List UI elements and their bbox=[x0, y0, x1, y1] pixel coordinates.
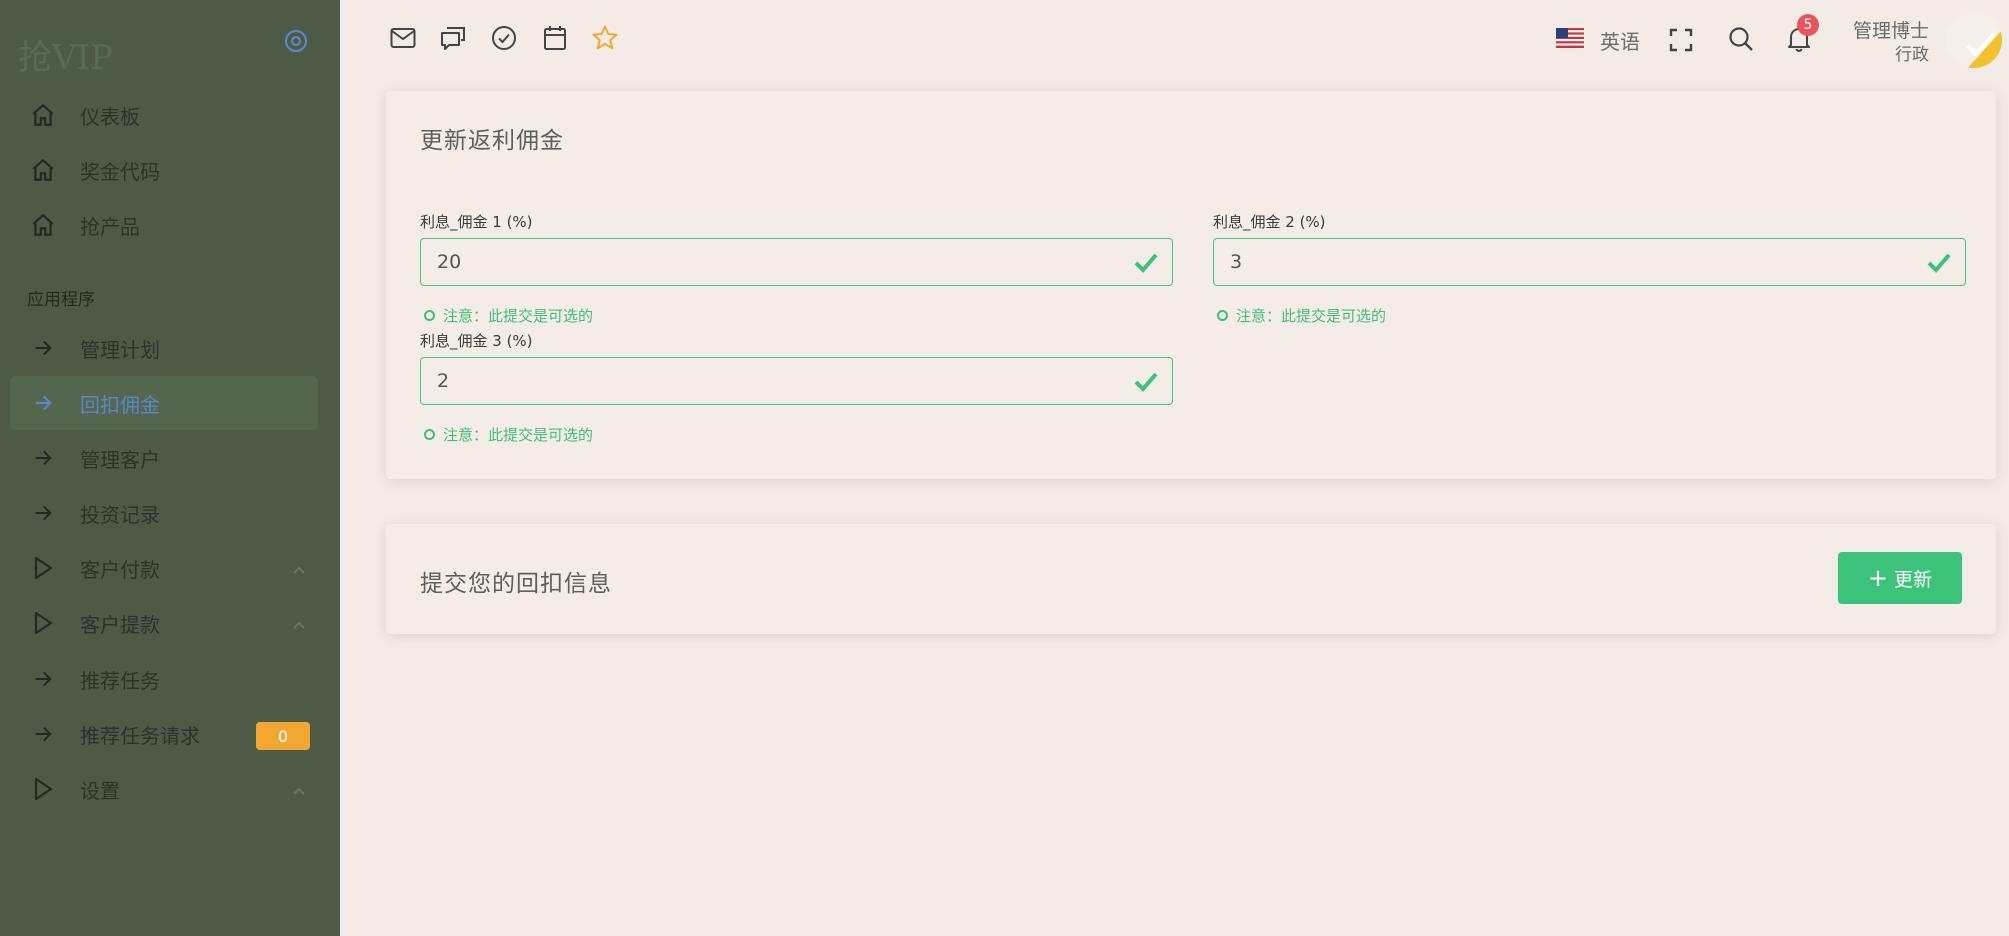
input-value: 20 bbox=[437, 251, 462, 273]
chevron-up-icon bbox=[292, 559, 306, 583]
us-flag-icon[interactable] bbox=[1556, 28, 1584, 48]
avatar[interactable] bbox=[1946, 12, 2002, 68]
hint-text: 注意：此提交是可选的 bbox=[443, 307, 594, 325]
star-icon[interactable] bbox=[591, 24, 619, 52]
plus-icon: + bbox=[1867, 564, 1889, 592]
circle-icon bbox=[424, 310, 435, 321]
hint-text: 注意：此提交是可选的 bbox=[1236, 307, 1387, 325]
sidebar-item-label: 管理计划 bbox=[80, 337, 160, 362]
play-icon bbox=[28, 611, 58, 635]
field-hint: 注意：此提交是可选的 bbox=[424, 424, 593, 445]
check-icon bbox=[1927, 251, 1951, 277]
fullscreen-icon[interactable] bbox=[1667, 26, 1695, 54]
arrow-right-icon bbox=[28, 668, 58, 690]
field-label: 利息_佣金 1 (%) bbox=[420, 213, 533, 231]
sidebar-item-rebate-commission[interactable]: 回扣佣金 bbox=[10, 376, 318, 430]
sidebar: 抢VIP 仪表板 奖金代码 抢产品 应用程序 管理计划 回扣佣金 管理客户 投资… bbox=[0, 0, 340, 936]
sidebar-item-label: 抢产品 bbox=[80, 214, 140, 239]
sidebar-item-referral-task-requests[interactable]: 推荐任务请求 0 bbox=[10, 707, 318, 761]
hint-text: 注意：此提交是可选的 bbox=[443, 426, 594, 444]
check-circle-icon[interactable] bbox=[490, 24, 518, 52]
commission-1-input[interactable]: 20 bbox=[420, 238, 1173, 286]
sidebar-item-customer-withdrawals[interactable]: 客户提款 bbox=[10, 596, 318, 650]
sidebar-item-manage-customers[interactable]: 管理客户 bbox=[10, 431, 318, 485]
sidebar-item-label: 推荐任务请求 bbox=[80, 723, 200, 748]
check-icon bbox=[1134, 370, 1158, 396]
commission-3-input[interactable]: 2 bbox=[420, 357, 1173, 405]
check-icon bbox=[1134, 251, 1158, 277]
user-name[interactable]: 管理博士 bbox=[1853, 16, 1929, 43]
sidebar-item-investment-records[interactable]: 投资记录 bbox=[10, 486, 318, 540]
brand-logo[interactable]: 抢VIP bbox=[18, 30, 113, 79]
field-hint: 注意：此提交是可选的 bbox=[1217, 305, 1386, 326]
card-title: 提交您的回扣信息 bbox=[420, 571, 612, 597]
card-title: 更新返利佣金 bbox=[420, 128, 564, 154]
arrow-right-icon bbox=[28, 337, 58, 359]
field-label: 利息_佣金 3 (%) bbox=[420, 332, 533, 350]
sidebar-item-label: 仪表板 bbox=[80, 104, 140, 129]
sidebar-item-dashboard[interactable]: 仪表板 bbox=[10, 88, 318, 142]
sidebar-item-label: 管理客户 bbox=[80, 447, 160, 472]
count-badge: 0 bbox=[256, 722, 310, 750]
sidebar-item-label: 回扣佣金 bbox=[80, 392, 160, 417]
arrow-right-icon bbox=[28, 723, 58, 745]
sidebar-item-label: 奖金代码 bbox=[80, 159, 160, 184]
calendar-icon[interactable] bbox=[541, 24, 569, 52]
play-icon bbox=[28, 777, 58, 801]
sidebar-item-label: 客户提款 bbox=[80, 612, 160, 637]
sidebar-item-label: 客户付款 bbox=[80, 557, 160, 582]
arrow-right-icon bbox=[28, 392, 58, 414]
sidebar-item-customer-payments[interactable]: 客户付款 bbox=[10, 541, 318, 595]
chevron-up-icon bbox=[292, 780, 306, 804]
field-hint: 注意：此提交是可选的 bbox=[424, 305, 593, 326]
submit-card: 提交您的回扣信息 + 更新 bbox=[386, 524, 1996, 634]
sidebar-item-grab-product[interactable]: 抢产品 bbox=[10, 198, 318, 252]
home-icon bbox=[28, 212, 58, 238]
sidebar-item-label: 投资记录 bbox=[80, 502, 160, 527]
sidebar-item-manage-plans[interactable]: 管理计划 bbox=[10, 321, 318, 375]
update-button[interactable]: + 更新 bbox=[1838, 552, 1962, 604]
circle-icon bbox=[424, 429, 435, 440]
sidebar-toggle-icon[interactable] bbox=[284, 29, 308, 53]
input-value: 2 bbox=[437, 370, 450, 392]
input-value: 3 bbox=[1230, 251, 1243, 273]
button-label: 更新 bbox=[1894, 568, 1933, 591]
chat-icon[interactable] bbox=[439, 24, 467, 52]
rebate-form-card: 更新返利佣金 利息_佣金 1 (%) 20 注意：此提交是可选的 利息_佣金 2… bbox=[386, 91, 1996, 479]
commission-2-input[interactable]: 3 bbox=[1213, 238, 1966, 286]
search-icon[interactable] bbox=[1727, 25, 1755, 53]
arrow-right-icon bbox=[28, 447, 58, 469]
home-icon bbox=[28, 157, 58, 183]
sidebar-section-heading: 应用程序 bbox=[27, 290, 95, 310]
chevron-up-icon bbox=[292, 614, 306, 638]
field-label: 利息_佣金 2 (%) bbox=[1213, 213, 1326, 231]
sidebar-item-label: 设置 bbox=[80, 778, 120, 803]
arrow-right-icon bbox=[28, 502, 58, 524]
language-selector[interactable]: 英语 bbox=[1600, 26, 1640, 55]
play-icon bbox=[28, 556, 58, 580]
sidebar-item-label: 推荐任务 bbox=[80, 668, 160, 693]
user-role: 行政 bbox=[1895, 45, 1929, 65]
sidebar-item-bonus-code[interactable]: 奖金代码 bbox=[10, 143, 318, 197]
circle-icon bbox=[1217, 310, 1228, 321]
sidebar-item-settings[interactable]: 设置 bbox=[10, 762, 318, 816]
mail-icon[interactable] bbox=[389, 24, 417, 52]
sidebar-item-referral-tasks[interactable]: 推荐任务 bbox=[10, 652, 318, 706]
notification-badge: 5 bbox=[1797, 14, 1819, 36]
home-icon bbox=[28, 102, 58, 128]
